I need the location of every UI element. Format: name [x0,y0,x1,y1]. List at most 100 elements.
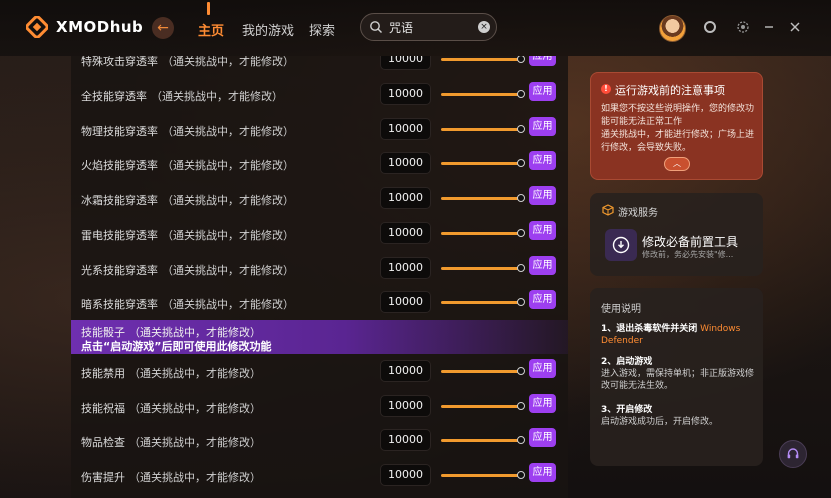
slider-handle[interactable] [517,264,525,272]
avatar[interactable] [659,15,686,42]
slider-handle[interactable] [517,125,525,133]
close-icon[interactable] [788,20,802,34]
value-slider[interactable] [441,402,525,410]
nav-home[interactable]: 主页 [198,20,224,39]
slider-handle[interactable] [517,56,525,63]
clear-search-icon[interactable]: × [478,21,490,33]
value-input[interactable]: 10000 [380,464,431,486]
value-slider[interactable] [441,159,525,167]
list-item: 物理技能穿透率 （通关挑战中，才能修改） 10000 应用 [71,113,568,147]
top-bar: XMODhub ← 主页 我的游戏 探索 × [0,0,831,56]
back-button[interactable]: ← [152,17,174,39]
value-input[interactable]: 10000 [380,222,431,244]
value-slider[interactable] [441,367,525,375]
apply-button[interactable]: 应用 [529,82,556,101]
list-item: 技能祝福 （通关挑战中，才能修改） 10000 应用 [71,390,568,424]
row-label: 全技能穿透率 （通关挑战中，才能修改） [81,90,283,103]
list-item: 伤害提升 （通关挑战中，才能修改） 10000 应用 [71,459,568,493]
settings-icon[interactable] [736,20,750,34]
list-item: 光系技能穿透率 （通关挑战中，才能修改） 10000 应用 [71,252,568,286]
apply-button[interactable]: 应用 [529,428,556,447]
row-label: 特殊攻击穿透率 （通关挑战中，才能修改） [81,56,294,68]
nav-active-indicator [207,2,210,15]
row-label: 雷电技能穿透率 （通关挑战中，才能修改） [81,229,294,242]
slider-handle[interactable] [517,367,525,375]
slider-handle[interactable] [517,298,525,306]
usage-guide-card: 使用说明 1、退出杀毒软件并关闭 Windows Defender 2、启动游戏… [590,288,763,466]
apply-button[interactable]: 应用 [529,117,556,136]
apply-button[interactable]: 应用 [529,151,556,170]
value-slider[interactable] [441,125,525,133]
slider-handle[interactable] [517,436,525,444]
apply-button[interactable]: 应用 [529,290,556,309]
slider-handle[interactable] [517,471,525,479]
row-label: 物理技能穿透率 （通关挑战中，才能修改） [81,125,294,138]
nav-explore[interactable]: 探索 [309,20,335,39]
apply-button[interactable]: 应用 [529,221,556,240]
locked-feature-row[interactable]: 技能骰子 （通关挑战中，才能修改） 点击“启动游戏”后即可使用此修改功能 [71,320,568,354]
list-item: 特殊攻击穿透率 （通关挑战中，才能修改） 10000 应用 [71,56,568,77]
row-label: 冰霜技能穿透率 （通关挑战中，才能修改） [81,194,294,207]
notice-body: 如果您不按这些说明操作，您的修改功能可能无法正常工作 通关挑战中，才能进行修改；… [601,104,755,153]
value-slider[interactable] [441,471,525,479]
slider-handle[interactable] [517,90,525,98]
tool-description: 修改前，务必先安装"修... [642,250,734,259]
value-slider[interactable] [441,194,525,202]
slider-handle[interactable] [517,229,525,237]
nav-my-games[interactable]: 我的游戏 [242,20,294,39]
search-box: × [360,13,497,41]
list-item: 技能禁用 （通关挑战中，才能修改） 10000 应用 [71,355,568,389]
notice-title: 运行游戏前的注意事项 [615,84,725,97]
value-input[interactable]: 10000 [380,291,431,313]
value-input[interactable]: 10000 [380,360,431,382]
apply-button[interactable]: 应用 [529,359,556,378]
start-game-hint: 点击“启动游戏”后即可使用此修改功能 [81,340,272,353]
apply-button[interactable]: 应用 [529,256,556,275]
value-input[interactable]: 10000 [380,152,431,174]
list-item: 火焰技能穿透率 （通关挑战中，才能修改） 10000 应用 [71,147,568,181]
value-input[interactable]: 10000 [380,83,431,105]
chevron-up-icon[interactable]: ︿ [664,157,690,171]
notification-icon[interactable] [703,20,717,34]
brand-name: XMODhub [56,18,144,36]
value-input[interactable]: 10000 [380,118,431,140]
value-slider[interactable] [441,264,525,272]
slider-handle[interactable] [517,159,525,167]
guide-title: 使用说明 [601,304,641,315]
download-tool-icon[interactable] [605,229,637,261]
list-item: 雷电技能穿透率 （通关挑战中，才能修改） 10000 应用 [71,217,568,251]
value-input[interactable]: 10000 [380,187,431,209]
row-label: 技能祝福 （通关挑战中，才能修改） [81,402,261,415]
list-item: 暗系技能穿透率 （通关挑战中，才能修改） 10000 应用 [71,286,568,320]
value-slider[interactable] [441,56,525,63]
list-item: 全技能穿透率 （通关挑战中，才能修改） 10000 应用 [71,78,568,112]
warning-icon: ! [601,84,611,94]
apply-button[interactable]: 应用 [529,463,556,482]
headset-icon [787,448,799,459]
apply-button[interactable]: 应用 [529,186,556,205]
row-label: 火焰技能穿透率 （通关挑战中，才能修改） [81,159,294,172]
guide-step-1: 1、退出杀毒软件并关闭 Windows Defender [601,324,741,346]
row-label: 技能禁用 （通关挑战中，才能修改） [81,367,261,380]
value-slider[interactable] [441,90,525,98]
support-button[interactable] [779,440,807,468]
arrow-left-icon: ← [157,20,169,36]
value-input[interactable]: 10000 [380,257,431,279]
value-slider[interactable] [441,229,525,237]
value-slider[interactable] [441,436,525,444]
value-input[interactable]: 10000 [380,395,431,417]
value-input[interactable]: 10000 [380,56,431,70]
apply-button[interactable]: 应用 [529,56,556,66]
tool-name[interactable]: 修改必备前置工具 [642,233,738,250]
slider-handle[interactable] [517,194,525,202]
row-label: 物品检查 （通关挑战中，才能修改） [81,436,261,449]
game-service-card: 游戏服务 修改必备前置工具 修改前，务必先安装"修... [590,193,763,276]
minimize-icon[interactable] [762,20,776,34]
box-icon [602,204,614,216]
value-input[interactable]: 10000 [380,429,431,451]
value-slider[interactable] [441,298,525,306]
search-input[interactable] [389,19,469,35]
row-label: 暗系技能穿透率 （通关挑战中，才能修改） [81,298,294,311]
apply-button[interactable]: 应用 [529,394,556,413]
slider-handle[interactable] [517,402,525,410]
